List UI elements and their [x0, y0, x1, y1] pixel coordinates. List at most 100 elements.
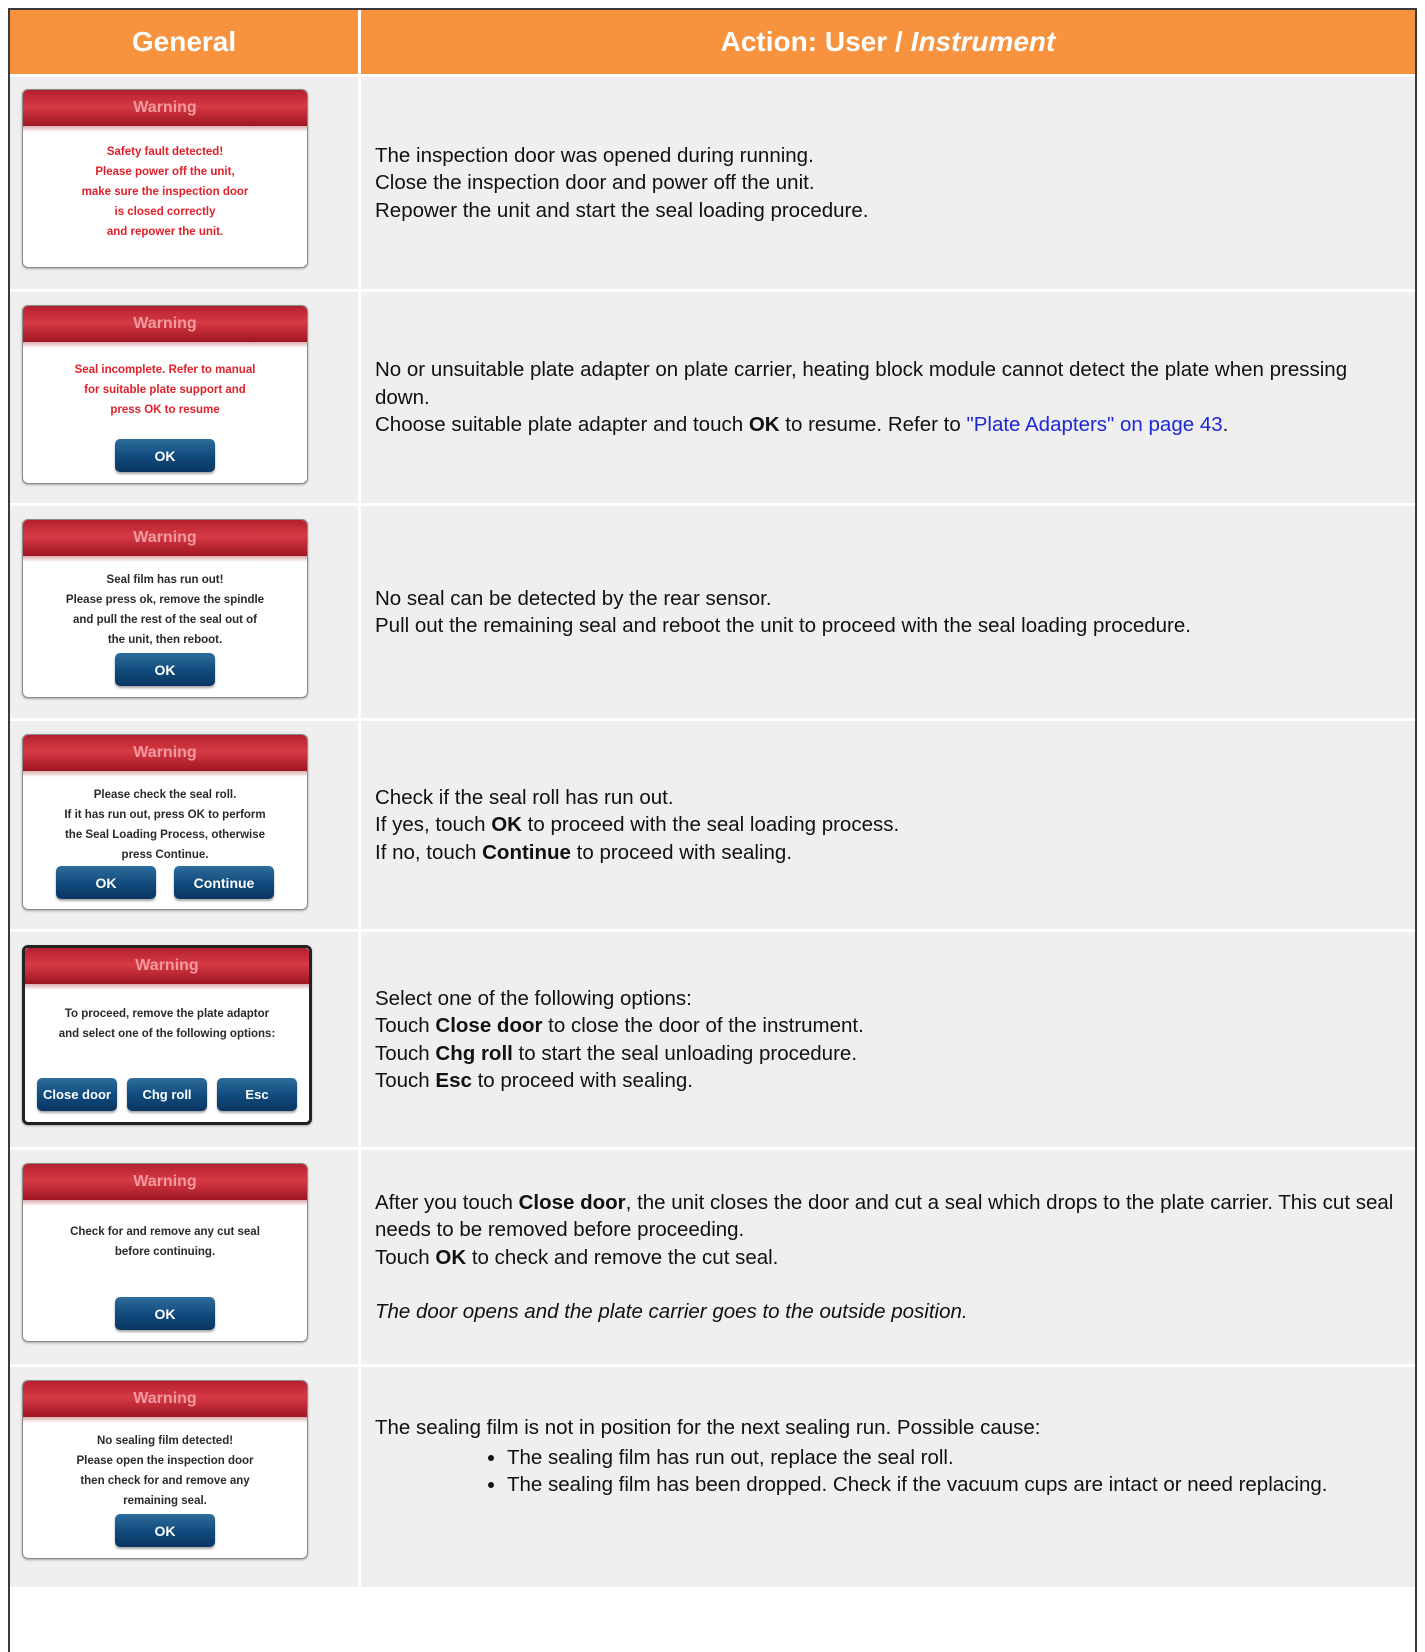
- dialog-message: Check for and remove any cut seal before…: [23, 1222, 307, 1262]
- dialog-line: Please open the inspection door: [76, 1455, 254, 1467]
- action-text: Touch OK to check and remove the cut sea…: [375, 1244, 1399, 1272]
- dialog-line: is closed correctly: [114, 206, 216, 218]
- dialog-buttons: Close door Chg roll Esc: [25, 1078, 309, 1111]
- action-text: After you touch Close door, the unit clo…: [375, 1189, 1399, 1244]
- action-cell: The sealing film is not in position for …: [361, 1367, 1415, 1587]
- action-text: No seal can be detected by the rear sens…: [375, 586, 772, 610]
- action-cell: No seal can be detected by the rear sens…: [361, 506, 1415, 718]
- dialog-line: No sealing film detected!: [96, 1435, 234, 1447]
- dialog-line: for suitable plate support and: [84, 384, 246, 396]
- header-general: General: [10, 10, 361, 74]
- dialog-line: Please check the seal roll.: [93, 789, 237, 801]
- dialog-title-bar: Warning: [25, 948, 309, 990]
- table-row: Warning To proceed, remove the plate ada…: [10, 932, 1415, 1150]
- plate-adapters-link[interactable]: "Plate Adapters" on page 43: [966, 413, 1222, 436]
- table-row: Warning Seal incomplete. Refer to manual…: [10, 292, 1415, 506]
- dialog-message: Please check the seal roll. If it has ru…: [23, 785, 307, 865]
- continue-button[interactable]: Continue: [174, 866, 274, 899]
- dialog-line: the Seal Loading Process, otherwise: [64, 829, 266, 841]
- dialog-cell: Warning Seal film has run out! Please pr…: [10, 506, 361, 718]
- esc-label: Esc: [435, 1069, 472, 1092]
- dialog-cell: Warning To proceed, remove the plate ada…: [10, 932, 361, 1147]
- chg-roll-label: Chg roll: [435, 1041, 513, 1065]
- cause-list: The sealing film has run out, replace th…: [375, 1444, 1327, 1499]
- warning-dialog: Warning Safety fault detected! Please po…: [22, 89, 308, 268]
- action-fragment: Touch: [375, 1245, 436, 1269]
- action-fragment: If yes, touch: [375, 813, 492, 837]
- action-text: Close the inspection door and power off …: [375, 171, 815, 195]
- dialog-buttons: OK: [23, 439, 307, 472]
- action-text: Touch Chg roll to start the seal unloadi…: [375, 1040, 864, 1068]
- action-cell: After you touch Close door, the unit clo…: [361, 1150, 1415, 1364]
- header-action-prefix: Action: User /: [720, 26, 903, 57]
- close-door-button[interactable]: Close door: [37, 1078, 117, 1111]
- action-fragment: Touch: [375, 1014, 436, 1037]
- dialog-cell: Warning Safety fault detected! Please po…: [10, 77, 361, 289]
- close-door-label: Close door: [518, 1190, 626, 1214]
- dialog-line: remaining seal.: [123, 1495, 207, 1507]
- action-fragment: to proceed with sealing.: [471, 1069, 693, 1092]
- error-table: General Action: User / Instrument Warnin…: [8, 8, 1417, 1652]
- ok-button[interactable]: OK: [115, 1514, 215, 1547]
- table-row: Warning Seal film has run out! Please pr…: [10, 506, 1415, 721]
- action-text: The inspection door was opened during ru…: [375, 143, 814, 167]
- dialog-line: the unit, then reboot.: [107, 634, 223, 646]
- ok-label: OK: [748, 413, 780, 437]
- action-fragment: Touch: [375, 1069, 436, 1092]
- ok-button[interactable]: OK: [115, 1297, 215, 1330]
- action-text: If yes, touch OK to proceed with the sea…: [375, 811, 899, 839]
- dialog-message: Seal incomplete. Refer to manual for sui…: [23, 360, 307, 420]
- dialog-buttons: OK: [23, 1514, 307, 1547]
- chg-roll-button[interactable]: Chg roll: [127, 1078, 207, 1111]
- dialog-cell: Warning No sealing film detected! Please…: [10, 1367, 361, 1587]
- table-row: Warning Safety fault detected! Please po…: [10, 77, 1415, 292]
- dialog-title-bar: Warning: [23, 520, 307, 562]
- action-fragment: to resume. Refer to: [779, 413, 967, 437]
- dialog-line: Please power off the unit,: [95, 166, 235, 178]
- dialog-message: No sealing film detected! Please open th…: [23, 1431, 307, 1511]
- ok-button[interactable]: OK: [115, 439, 215, 472]
- dialog-title: Warning: [133, 1173, 197, 1190]
- dialog-title-bar: Warning: [23, 1164, 307, 1206]
- list-item: The sealing film has run out, replace th…: [507, 1444, 1327, 1472]
- dialog-line: To proceed, remove the plate adaptor: [64, 1008, 270, 1020]
- dialog-line: Seal incomplete. Refer to manual: [74, 364, 256, 376]
- instrument-response: The door opens and the plate carrier goe…: [375, 1300, 968, 1323]
- esc-button[interactable]: Esc: [217, 1078, 297, 1111]
- table-row: Warning No sealing film detected! Please…: [10, 1367, 1415, 1587]
- warning-dialog: Warning Check for and remove any cut sea…: [22, 1163, 308, 1342]
- action-fragment: Choose suitable plate adapter and touch: [375, 413, 749, 437]
- dialog-line: Safety fault detected!: [106, 146, 224, 158]
- header-action: Action: User / Instrument: [361, 10, 1415, 74]
- action-text: Touch Close door to close the door of th…: [375, 1012, 864, 1040]
- dialog-buttons: OK: [23, 1297, 307, 1330]
- action-fragment: to check and remove the cut seal.: [466, 1245, 779, 1269]
- dialog-title-bar: Warning: [23, 735, 307, 777]
- close-door-label: Close door: [435, 1014, 543, 1037]
- ok-button[interactable]: OK: [115, 653, 215, 686]
- action-text: If no, touch Continue to proceed with se…: [375, 839, 899, 867]
- dialog-cell: Warning Seal incomplete. Refer to manual…: [10, 292, 361, 503]
- action-cell: The inspection door was opened during ru…: [361, 77, 1415, 289]
- action-text: The sealing film is not in position for …: [375, 1416, 1041, 1439]
- action-text: Choose suitable plate adapter and touch …: [375, 411, 1399, 439]
- dialog-title: Warning: [133, 99, 197, 116]
- dialog-title: Warning: [135, 957, 199, 974]
- dialog-line: and select one of the following options:: [58, 1028, 276, 1040]
- ok-label: OK: [491, 813, 522, 837]
- header-action-italic: Instrument: [910, 26, 1056, 57]
- action-fragment: Touch: [375, 1041, 436, 1065]
- action-fragment: to proceed with sealing.: [570, 840, 793, 864]
- action-fragment: to proceed with the seal loading process…: [521, 813, 900, 837]
- dialog-line: make sure the inspection door: [81, 186, 249, 198]
- dialog-cell: Warning Check for and remove any cut sea…: [10, 1150, 361, 1364]
- action-text: Select one of the following options:: [375, 986, 692, 1010]
- action-text: No or unsuitable plate adapter on plate …: [375, 358, 1348, 409]
- dialog-message: To proceed, remove the plate adaptor and…: [25, 1004, 309, 1044]
- action-text: Pull out the remaining seal and reboot t…: [375, 614, 1191, 637]
- action-fragment: to close the door of the instrument.: [542, 1014, 864, 1037]
- action-text: Check if the seal roll has run out.: [375, 785, 674, 809]
- ok-button[interactable]: OK: [56, 866, 156, 899]
- dialog-cell: Warning Please check the seal roll. If i…: [10, 721, 361, 929]
